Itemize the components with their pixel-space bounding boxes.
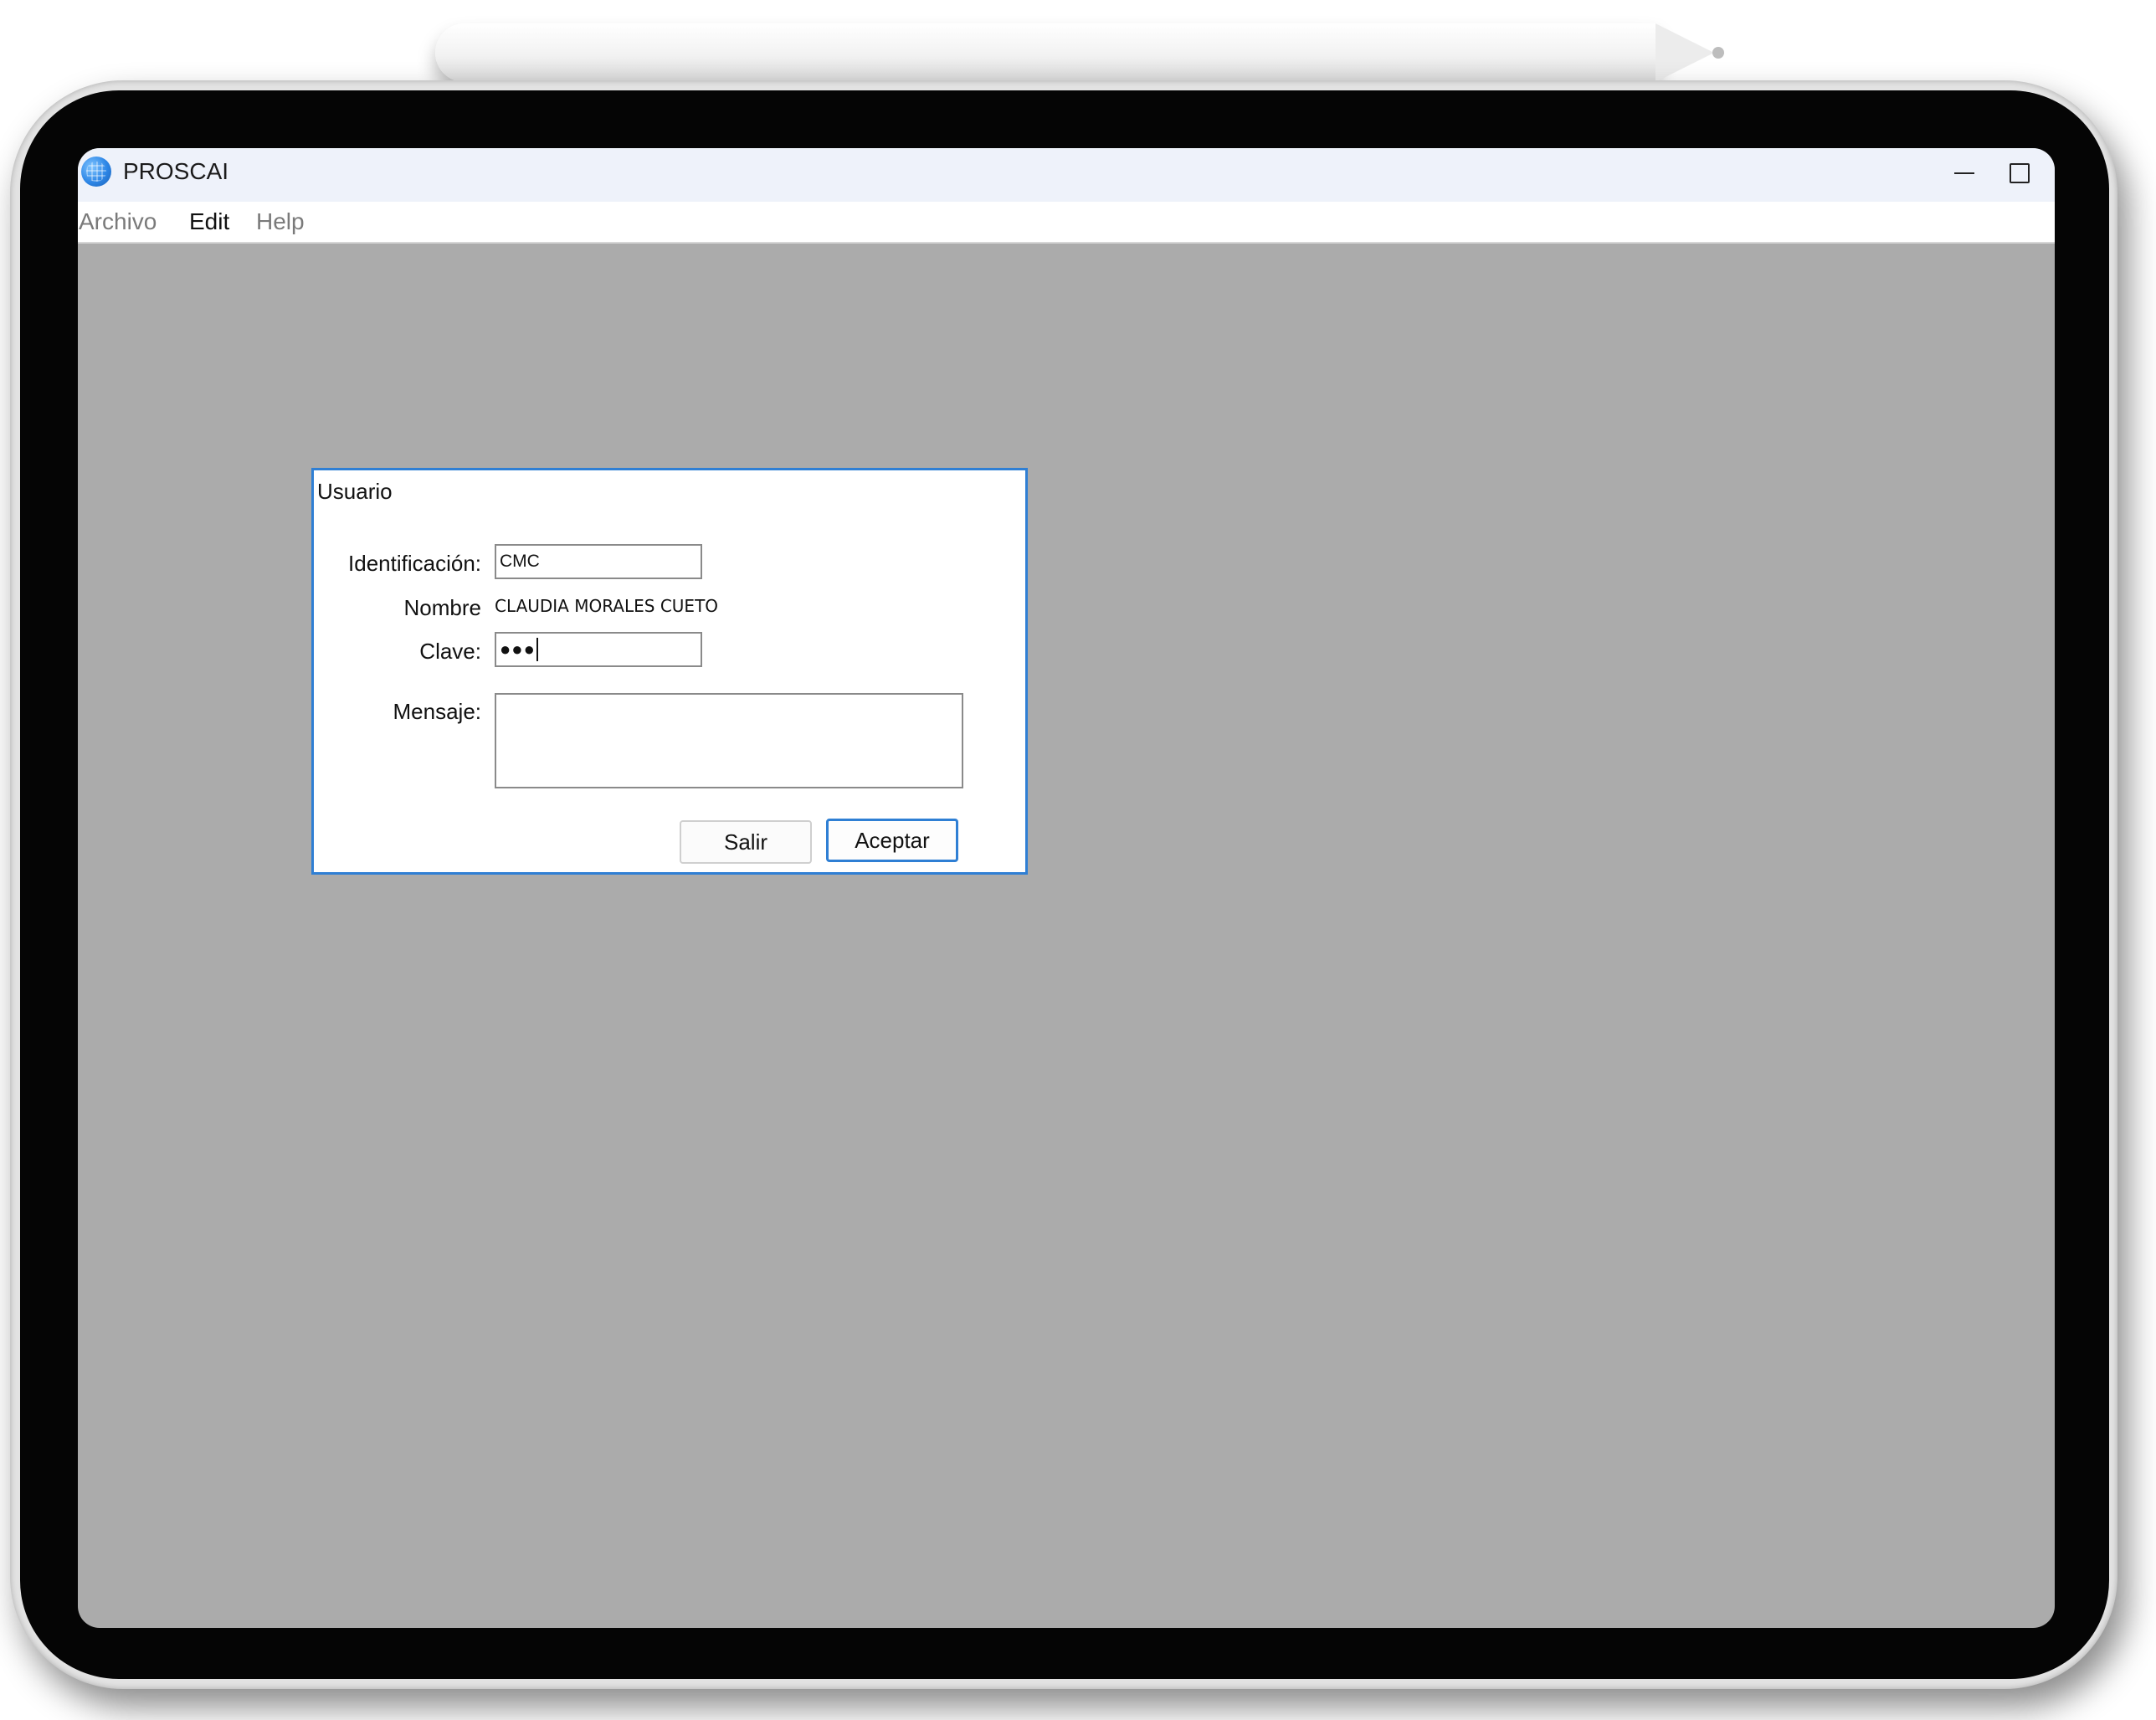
text-caret <box>536 638 538 661</box>
dialog-title: Usuario <box>317 479 393 504</box>
mensaje-label: Mensaje: <box>393 699 482 724</box>
maximize-button[interactable] <box>1994 155 2045 192</box>
mensaje-textarea[interactable] <box>495 693 963 788</box>
apple-pencil <box>435 23 1657 82</box>
title-bar: PROSCAI <box>78 148 2055 202</box>
aceptar-button[interactable]: Aceptar <box>826 819 958 862</box>
clave-label: Clave: <box>419 639 481 664</box>
salir-button[interactable]: Salir <box>680 820 812 864</box>
clave-password-input[interactable]: ●●● <box>495 632 702 667</box>
maximize-icon <box>2010 163 2030 183</box>
globe-icon <box>81 157 111 187</box>
menu-bar: Archivo Edit Help <box>78 202 2055 244</box>
minimize-button[interactable] <box>1939 155 1989 192</box>
clave-masked-value: ●●● <box>500 639 536 660</box>
identificacion-label: Identificación: <box>348 551 481 576</box>
minimize-icon <box>1954 172 1974 174</box>
window-title: PROSCAI <box>123 158 229 184</box>
app-window: PROSCAI Archivo Edit Help Usuario Identi… <box>78 148 2055 1628</box>
apple-pencil-cone <box>1656 23 1714 82</box>
login-dialog: Usuario Identificación: Nombre CLAUDIA M… <box>311 468 1028 875</box>
nombre-value: CLAUDIA MORALES CUETO <box>495 596 719 616</box>
menu-help[interactable]: Help <box>256 208 305 235</box>
apple-pencil-tip <box>1712 47 1724 59</box>
nombre-label: Nombre <box>403 595 481 620</box>
menu-archivo[interactable]: Archivo <box>79 208 157 235</box>
menu-edit[interactable]: Edit <box>189 208 229 235</box>
identificacion-input[interactable] <box>495 544 702 579</box>
